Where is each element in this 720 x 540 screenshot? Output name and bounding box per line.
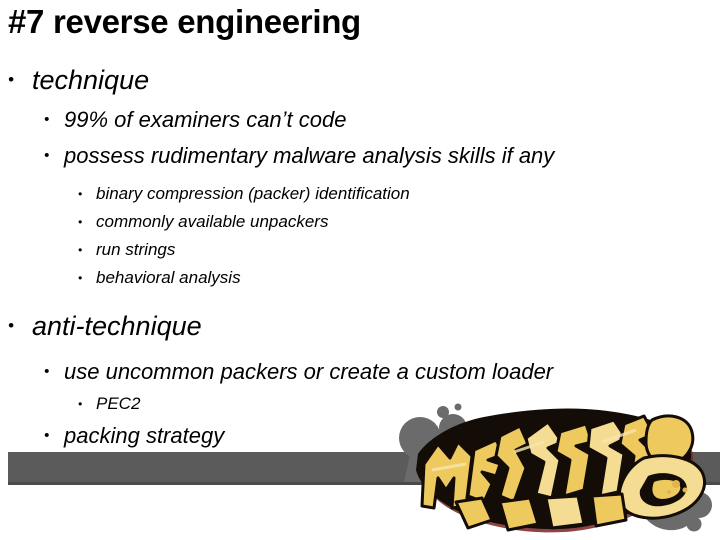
bullet-glyph: • [44,363,50,380]
list-item: • technique [0,58,720,102]
bullet-glyph: • [44,111,50,128]
bullet-glyph: • [78,243,83,257]
list-item-label: run strings [96,240,176,259]
list-item: • binary compression (packer) identifica… [0,180,720,208]
list-item: • run strings [0,236,720,264]
list-item-label: possess rudimentary malware analysis ski… [64,143,555,168]
list-item: • anti-technique [0,304,720,348]
bullet-glyph: • [78,215,83,229]
body-outline: • technique • 99% of examiners can’t cod… [0,58,720,454]
slide-canvas: #7 reverse engineering • technique • 99%… [0,0,720,540]
list-item: • commonly available unpackers [0,208,720,236]
list-item: • 99% of examiners can’t code [0,102,720,138]
list-item-label: binary compression (packer) identificati… [96,184,410,203]
list-item-label: PEC2 [96,394,141,413]
list-item-label: use uncommon packers or create a custom … [64,359,554,384]
bullet-glyph: • [78,271,83,285]
page-title: #7 reverse engineering [8,3,361,40]
list-item: • possess rudimentary malware analysis s… [0,138,720,174]
metasploit-graffiti-logo [396,398,720,540]
bullet-glyph: • [78,397,83,411]
list-item-label: packing strategy [64,423,225,448]
list-item-label: behavioral analysis [96,268,241,287]
list-item-label: anti-technique [32,311,202,341]
list-item: • behavioral analysis [0,264,720,292]
bullet-glyph: • [44,427,50,444]
bullet-glyph: • [8,70,14,89]
list-item-label: technique [32,65,150,95]
bullet-glyph: • [78,187,83,201]
list-item-label: commonly available unpackers [96,212,329,231]
bullet-glyph: • [8,316,14,335]
list-item: • use uncommon packers or create a custo… [0,354,720,390]
bullet-glyph: • [44,147,50,164]
list-item-label: 99% of examiners can’t code [64,107,347,132]
